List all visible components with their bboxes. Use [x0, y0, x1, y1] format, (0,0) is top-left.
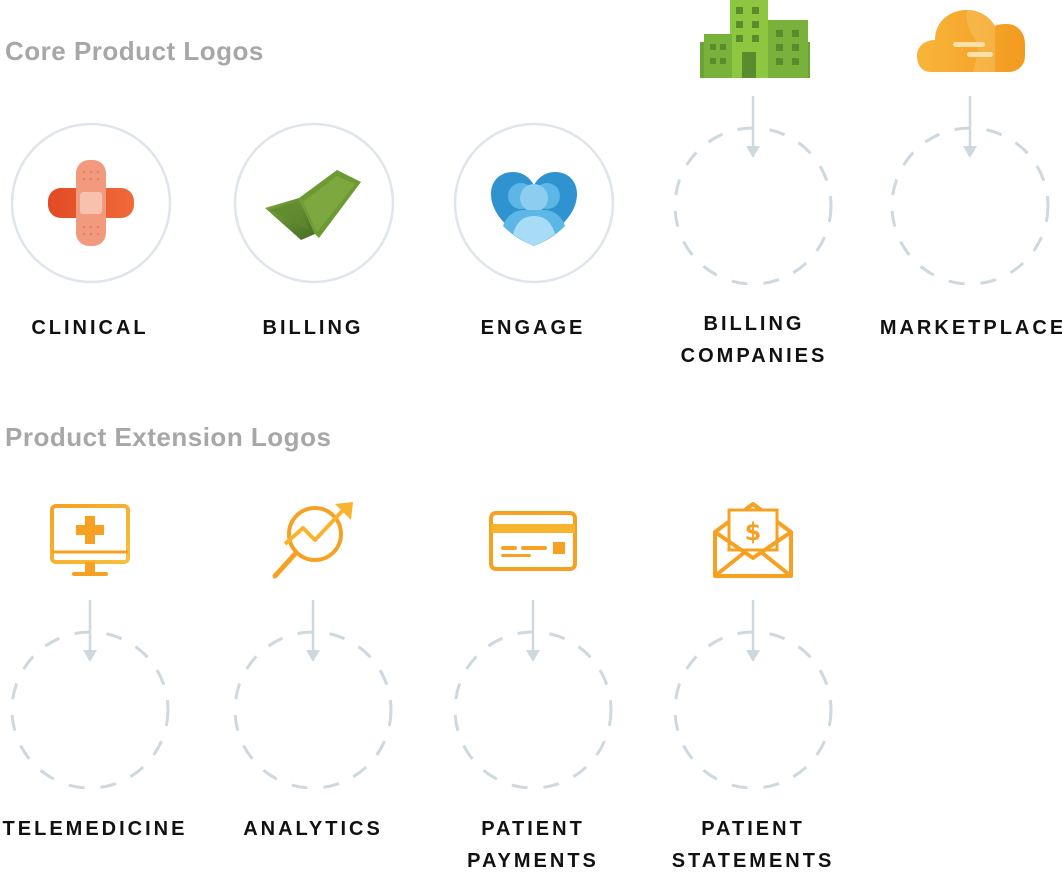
product-label-line1: BILLING: [703, 313, 805, 335]
product-label-line2: PAYMENTS: [467, 850, 599, 872]
product-label-line2: COMPANIES: [680, 345, 828, 367]
placeholder-ring: [233, 600, 393, 790]
product-label: ENGAGE: [480, 317, 586, 339]
envelope-dollar-icon: $: [713, 502, 793, 578]
product-label-line2: STATEMENTS: [671, 850, 835, 872]
product-label: CLINICAL: [31, 317, 149, 339]
bandage-icon: [48, 160, 134, 246]
product-label: TELEMEDICINE: [2, 818, 188, 840]
placeholder-ring: [890, 96, 1050, 286]
cloud-icon: [917, 10, 1025, 72]
product-label: BILLING: [262, 317, 364, 339]
buildings-icon: [700, 0, 810, 78]
extension-section-title: Product Extension Logos: [5, 422, 332, 452]
placeholder-ring: [673, 600, 833, 790]
heart-people-icon: [491, 172, 577, 246]
checkmark-money-icon: [265, 170, 361, 240]
core-section-title: Core Product Logos: [5, 36, 264, 66]
product-label: ANALYTICS: [243, 818, 383, 840]
placeholder-ring: [673, 96, 833, 286]
product-label-line1: PATIENT: [701, 818, 805, 840]
svg-text:$: $: [745, 518, 762, 546]
product-label-line1: PATIENT: [481, 818, 585, 840]
product-label: MARKETPLACE: [879, 317, 1062, 339]
placeholder-ring: [10, 600, 170, 790]
credit-card-icon: [489, 511, 577, 571]
magnifier-trend-icon: [272, 502, 353, 579]
placeholder-ring: [453, 600, 613, 790]
monitor-cross-icon: [50, 504, 130, 576]
